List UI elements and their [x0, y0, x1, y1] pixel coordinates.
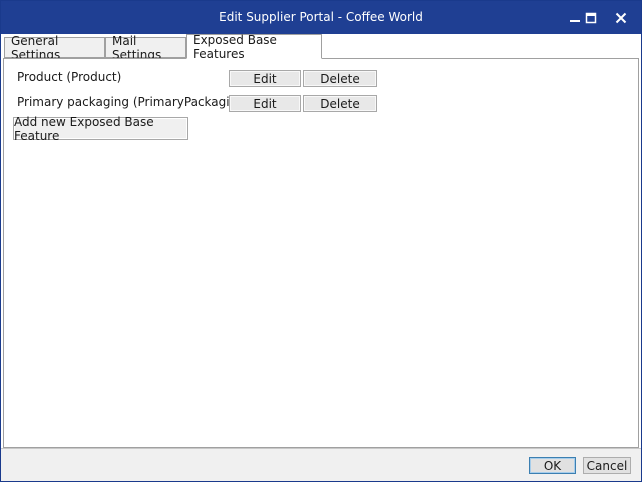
delete-primary-packaging-button[interactable]: Delete: [303, 95, 377, 112]
maximize-button[interactable]: [574, 1, 608, 34]
window-title: Edit Supplier Portal - Coffee World: [219, 10, 423, 24]
dialog-window: Edit Supplier Portal - Coffee World Gene…: [0, 0, 642, 482]
title-bar[interactable]: Edit Supplier Portal - Coffee World: [1, 1, 641, 34]
add-exposed-base-feature-button[interactable]: Add new Exposed Base Feature: [13, 115, 188, 143]
cancel-button[interactable]: Cancel: [583, 457, 631, 474]
tab-mail-settings[interactable]: Mail Settings: [105, 34, 186, 62]
tab-panel: Product (Product) Edit Delete Primary pa…: [3, 58, 639, 448]
feature-label-primary-packaging: Primary packaging (PrimaryPackaging): [17, 95, 250, 109]
dialog-footer: OK Cancel: [1, 448, 641, 481]
ok-button[interactable]: OK: [529, 457, 576, 474]
close-icon: [615, 12, 627, 23]
edit-primary-packaging-button[interactable]: Edit: [229, 95, 301, 112]
maximize-icon: [585, 12, 597, 23]
edit-product-button[interactable]: Edit: [229, 70, 301, 87]
tab-exposed-base-features[interactable]: Exposed Base Features: [186, 33, 322, 61]
delete-product-button[interactable]: Delete: [303, 70, 377, 87]
close-button[interactable]: [604, 1, 638, 34]
tab-strip: General Settings Mail Settings Exposed B…: [1, 33, 641, 62]
feature-label-product: Product (Product): [17, 70, 122, 84]
tab-general-settings[interactable]: General Settings: [4, 34, 105, 62]
